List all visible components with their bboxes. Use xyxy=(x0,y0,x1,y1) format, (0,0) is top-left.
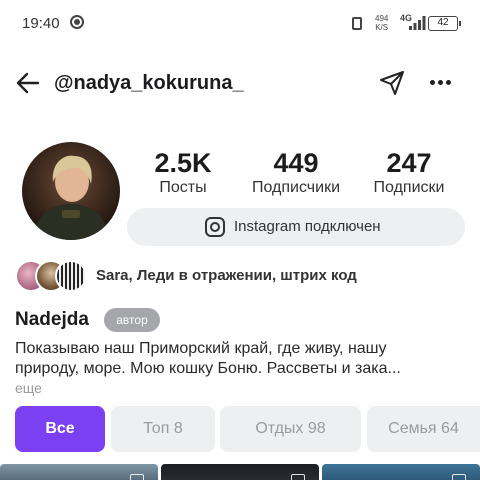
stat-followers-value: 449 xyxy=(273,148,319,178)
bio-more-link[interactable]: еще xyxy=(15,380,42,396)
mutual-avatar xyxy=(55,260,87,292)
battery-icon: 42 xyxy=(428,16,461,31)
post-thumbnail[interactable] xyxy=(322,464,480,480)
profile-username: @nadya_kokuruna_ xyxy=(54,72,244,94)
send-icon[interactable] xyxy=(378,69,406,97)
stat-following-value: 247 xyxy=(386,148,432,178)
post-category-tabs: Все Топ 8 Отдых 98 Семья 64 xyxy=(0,406,480,452)
vibrate-icon xyxy=(352,17,362,30)
more-dots-icon[interactable] xyxy=(428,76,454,90)
instagram-icon xyxy=(205,217,225,237)
bio-line: Показываю наш Приморский край, где живу,… xyxy=(15,340,387,357)
profile-avatar[interactable] xyxy=(22,142,120,240)
tab-count: 8 xyxy=(173,420,183,437)
stat-posts-value: 2.5K xyxy=(154,148,212,178)
mutual-followers[interactable]: Sara, Леди в отражении, штрих код xyxy=(15,260,475,292)
profile-name: Nadejda xyxy=(15,309,89,330)
tab-label: Все xyxy=(45,420,75,437)
tab-family[interactable]: Семья 64 xyxy=(367,406,480,452)
tab-label: Отдых xyxy=(255,420,304,437)
tab-label: Семья xyxy=(388,420,437,437)
tab-all[interactable]: Все xyxy=(15,406,105,452)
tab-count: 98 xyxy=(307,420,326,437)
role-badge: автор xyxy=(104,308,160,332)
post-thumbnail[interactable] xyxy=(0,464,158,480)
stat-posts[interactable]: 2.5K Посты xyxy=(143,148,223,198)
bio-line: природу, море. Мою кошку Боню. Рассветы … xyxy=(15,360,401,377)
net-speed: 494 K/S xyxy=(375,14,388,32)
status-bar: 19:40 494 K/S 4G 42 xyxy=(0,0,480,48)
stat-posts-label: Посты xyxy=(159,179,207,196)
posts-grid xyxy=(0,464,480,480)
net-speed-unit: K/S xyxy=(375,23,389,32)
profile-bio: Показываю наш Приморский край, где живу,… xyxy=(15,339,475,379)
stat-following[interactable]: 247 Подписки xyxy=(362,148,456,198)
tab-rest[interactable]: Отдых 98 xyxy=(220,406,361,452)
top-bar: @nadya_kokuruna_ xyxy=(0,60,480,106)
net-speed-value: 494 xyxy=(375,14,389,23)
back-arrow-icon[interactable] xyxy=(14,70,42,96)
post-thumbnail[interactable] xyxy=(161,464,319,480)
stat-followers-label: Подписчики xyxy=(251,179,340,196)
tab-count: 64 xyxy=(441,420,459,437)
multi-photo-icon xyxy=(130,474,144,480)
stat-following-label: Подписки xyxy=(373,179,445,196)
signal-icon xyxy=(409,16,426,30)
multi-photo-icon xyxy=(291,474,305,480)
tab-label: Топ xyxy=(143,420,170,437)
instagram-connected-label: Instagram подключен xyxy=(234,218,381,235)
mutual-followers-text: Sara, Леди в отражении, штрих код xyxy=(96,267,357,284)
tab-top[interactable]: Топ 8 xyxy=(111,406,215,452)
multi-photo-icon xyxy=(452,474,466,480)
app-notification-icon xyxy=(70,15,84,29)
status-time: 19:40 xyxy=(22,15,60,32)
stat-followers[interactable]: 449 Подписчики xyxy=(240,148,352,198)
instagram-connected-button[interactable]: Instagram подключен xyxy=(127,208,465,246)
